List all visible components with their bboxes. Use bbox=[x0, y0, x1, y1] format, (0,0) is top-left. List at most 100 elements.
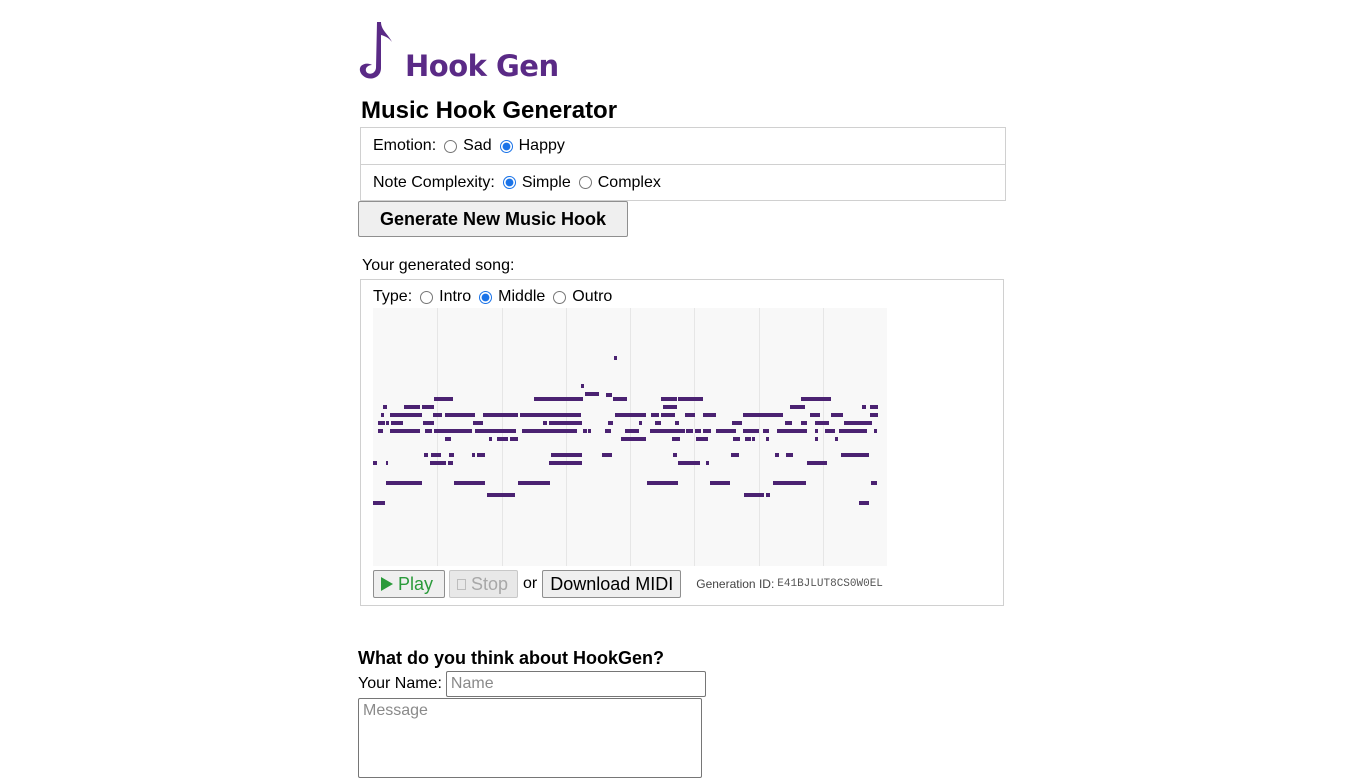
note bbox=[549, 461, 582, 465]
note bbox=[874, 429, 877, 433]
stop-button[interactable]: Stop bbox=[449, 570, 518, 598]
note bbox=[775, 413, 783, 417]
stop-icon bbox=[457, 578, 466, 590]
note bbox=[430, 461, 446, 465]
complexity-simple-radio[interactable] bbox=[502, 176, 516, 189]
play-label: Play bbox=[398, 573, 434, 594]
note bbox=[583, 429, 587, 433]
playback-controls: Play Stop or Download MIDI Generation ID… bbox=[373, 570, 883, 598]
type-middle-label[interactable]: Middle bbox=[498, 288, 545, 306]
hookgen-logo: Hook Gen bbox=[358, 20, 578, 83]
note bbox=[844, 421, 872, 425]
note bbox=[815, 437, 818, 441]
emotion-sad-label[interactable]: Sad bbox=[463, 137, 491, 155]
options-panel: Emotion: Sad Happy Note Complexity: Simp… bbox=[360, 127, 1006, 201]
note bbox=[391, 421, 403, 425]
note bbox=[454, 481, 485, 485]
emotion-sad-radio[interactable] bbox=[444, 139, 458, 153]
generated-song-label: Your generated song: bbox=[362, 257, 515, 274]
note bbox=[378, 421, 385, 425]
note bbox=[743, 429, 759, 433]
note bbox=[487, 493, 515, 497]
note bbox=[695, 429, 701, 433]
note bbox=[378, 429, 383, 433]
note bbox=[655, 421, 661, 425]
type-middle-radio[interactable] bbox=[479, 290, 493, 304]
name-input[interactable] bbox=[445, 671, 706, 697]
note bbox=[731, 453, 739, 457]
note bbox=[710, 481, 730, 485]
note bbox=[675, 421, 679, 425]
emotion-happy-label[interactable]: Happy bbox=[519, 137, 565, 155]
page-title: Music Hook Generator bbox=[361, 97, 618, 124]
note bbox=[841, 453, 869, 457]
note bbox=[831, 413, 843, 417]
note bbox=[661, 397, 677, 401]
note bbox=[472, 453, 475, 457]
feedback-title: What do you think about HookGen? bbox=[358, 648, 664, 668]
generation-id-label: Generation ID: bbox=[696, 577, 775, 591]
emotion-happy-radio[interactable] bbox=[499, 139, 513, 153]
note bbox=[602, 453, 612, 457]
note bbox=[716, 429, 736, 433]
note bbox=[424, 453, 428, 457]
note bbox=[605, 429, 611, 433]
message-textarea[interactable] bbox=[358, 698, 702, 778]
note bbox=[404, 405, 420, 409]
note bbox=[390, 413, 422, 417]
note bbox=[870, 413, 878, 417]
note bbox=[581, 384, 584, 388]
complexity-simple-label[interactable]: Simple bbox=[522, 174, 571, 192]
name-label: Your Name: bbox=[358, 675, 442, 692]
generate-hook-button[interactable]: Generate New Music Hook bbox=[358, 201, 628, 237]
note bbox=[663, 405, 677, 409]
complexity-complex-label[interactable]: Complex bbox=[598, 174, 661, 192]
note bbox=[534, 397, 583, 401]
type-intro-radio[interactable] bbox=[420, 290, 434, 304]
note bbox=[801, 397, 831, 401]
emotion-row: Emotion: Sad Happy bbox=[361, 128, 1005, 164]
note bbox=[752, 437, 755, 441]
generation-id-value: E41BJLUT8CS0W0EL bbox=[777, 578, 883, 590]
note bbox=[703, 429, 711, 433]
name-row: Your Name: bbox=[358, 671, 706, 697]
note bbox=[373, 461, 377, 465]
note bbox=[870, 405, 878, 409]
type-outro-radio[interactable] bbox=[553, 290, 567, 304]
note bbox=[696, 437, 708, 441]
note bbox=[425, 429, 432, 433]
note bbox=[639, 421, 642, 425]
note bbox=[703, 413, 716, 417]
note bbox=[383, 405, 387, 409]
note bbox=[839, 429, 867, 433]
note bbox=[434, 397, 453, 401]
download-midi-button[interactable]: Download MIDI bbox=[542, 570, 682, 598]
note bbox=[661, 413, 675, 417]
stop-label: Stop bbox=[471, 573, 509, 594]
note bbox=[551, 453, 582, 457]
complexity-complex-radio[interactable] bbox=[578, 176, 592, 189]
type-outro-label[interactable]: Outro bbox=[572, 288, 612, 306]
note bbox=[678, 397, 703, 401]
note bbox=[773, 481, 806, 485]
play-button[interactable]: Play bbox=[373, 570, 445, 598]
note bbox=[621, 437, 646, 441]
note bbox=[386, 481, 422, 485]
note bbox=[733, 437, 740, 441]
note bbox=[473, 421, 483, 425]
note bbox=[625, 429, 639, 433]
note bbox=[672, 437, 680, 441]
music-note-icon bbox=[359, 22, 392, 79]
note bbox=[614, 356, 617, 360]
note bbox=[810, 413, 820, 417]
note bbox=[543, 421, 547, 425]
type-intro-label[interactable]: Intro bbox=[439, 288, 471, 306]
note bbox=[647, 481, 678, 485]
piano-roll bbox=[373, 308, 887, 566]
brand-name: Hook Gen bbox=[405, 49, 559, 83]
note bbox=[785, 421, 792, 425]
note bbox=[434, 429, 472, 433]
note bbox=[651, 413, 659, 417]
note bbox=[510, 437, 518, 441]
note bbox=[475, 429, 486, 433]
